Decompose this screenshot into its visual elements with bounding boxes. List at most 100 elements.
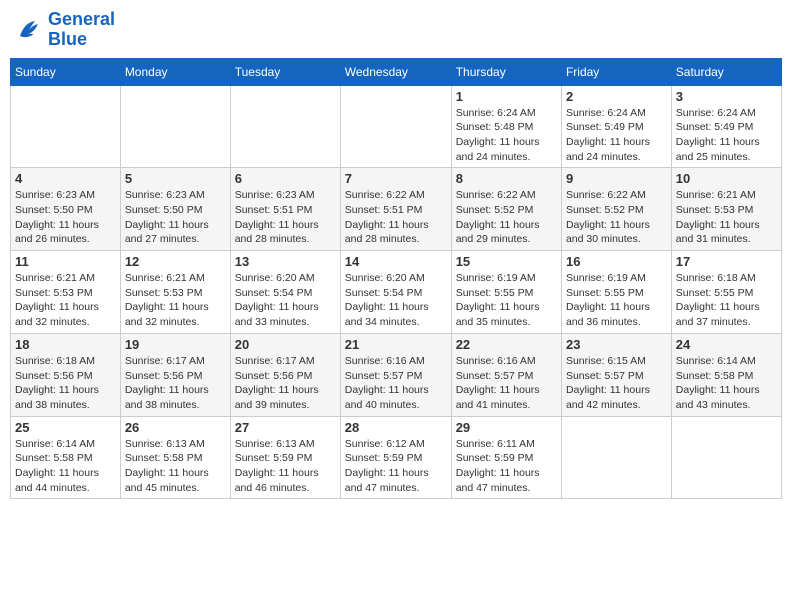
calendar-day-cell: 24 Sunrise: 6:14 AM Sunset: 5:58 PM Dayli…: [671, 333, 781, 416]
calendar-day-cell: 17 Sunrise: 6:18 AM Sunset: 5:55 PM Dayli…: [671, 251, 781, 334]
calendar-day-cell: 29 Sunrise: 6:11 AM Sunset: 5:59 PM Dayli…: [451, 416, 561, 499]
day-info: Sunrise: 6:21 AM Sunset: 5:53 PM Dayligh…: [676, 188, 777, 247]
calendar-day-cell: 22 Sunrise: 6:16 AM Sunset: 5:57 PM Dayli…: [451, 333, 561, 416]
day-number: 27: [235, 420, 336, 435]
calendar-day-cell: 18Sunrise: 6:18 AM Sunset: 5:56 PM Dayli…: [11, 333, 121, 416]
calendar-day-cell: 7 Sunrise: 6:22 AM Sunset: 5:51 PM Daylig…: [340, 168, 451, 251]
day-number: 6: [235, 171, 336, 186]
day-info: Sunrise: 6:22 AM Sunset: 5:51 PM Dayligh…: [345, 188, 447, 247]
calendar-day-cell: 8 Sunrise: 6:22 AM Sunset: 5:52 PM Daylig…: [451, 168, 561, 251]
day-info: Sunrise: 6:22 AM Sunset: 5:52 PM Dayligh…: [456, 188, 557, 247]
calendar-day-cell: 14 Sunrise: 6:20 AM Sunset: 5:54 PM Dayli…: [340, 251, 451, 334]
day-number: 26: [125, 420, 226, 435]
calendar-table: SundayMondayTuesdayWednesdayThursdayFrid…: [10, 58, 782, 500]
day-number: 24: [676, 337, 777, 352]
calendar-day-cell: [561, 416, 671, 499]
weekday-header-cell: Monday: [120, 58, 230, 85]
day-number: 5: [125, 171, 226, 186]
day-info: Sunrise: 6:11 AM Sunset: 5:59 PM Dayligh…: [456, 437, 557, 496]
calendar-day-cell: 28 Sunrise: 6:12 AM Sunset: 5:59 PM Dayli…: [340, 416, 451, 499]
day-number: 9: [566, 171, 667, 186]
logo-text: General Blue: [48, 10, 115, 50]
logo-icon: [14, 15, 44, 45]
day-info: Sunrise: 6:17 AM Sunset: 5:56 PM Dayligh…: [125, 354, 226, 413]
day-info: Sunrise: 6:24 AM Sunset: 5:48 PM Dayligh…: [456, 106, 557, 165]
calendar-day-cell: [11, 85, 121, 168]
day-number: 3: [676, 89, 777, 104]
calendar-day-cell: 5 Sunrise: 6:23 AM Sunset: 5:50 PM Daylig…: [120, 168, 230, 251]
day-info: Sunrise: 6:23 AM Sunset: 5:51 PM Dayligh…: [235, 188, 336, 247]
day-info: Sunrise: 6:17 AM Sunset: 5:56 PM Dayligh…: [235, 354, 336, 413]
day-number: 22: [456, 337, 557, 352]
day-number: 23: [566, 337, 667, 352]
calendar-day-cell: [230, 85, 340, 168]
calendar-day-cell: 23 Sunrise: 6:15 AM Sunset: 5:57 PM Dayli…: [561, 333, 671, 416]
day-info: Sunrise: 6:15 AM Sunset: 5:57 PM Dayligh…: [566, 354, 667, 413]
day-number: 15: [456, 254, 557, 269]
calendar-day-cell: 6 Sunrise: 6:23 AM Sunset: 5:51 PM Daylig…: [230, 168, 340, 251]
weekday-header-cell: Sunday: [11, 58, 121, 85]
day-number: 17: [676, 254, 777, 269]
day-info: Sunrise: 6:18 AM Sunset: 5:56 PM Dayligh…: [15, 354, 116, 413]
day-info: Sunrise: 6:16 AM Sunset: 5:57 PM Dayligh…: [456, 354, 557, 413]
calendar-day-cell: 11 Sunrise: 6:21 AM Sunset: 5:53 PM Dayli…: [11, 251, 121, 334]
calendar-day-cell: 12Sunrise: 6:21 AM Sunset: 5:53 PM Dayli…: [120, 251, 230, 334]
calendar-day-cell: 13 Sunrise: 6:20 AM Sunset: 5:54 PM Dayli…: [230, 251, 340, 334]
calendar-day-cell: 26 Sunrise: 6:13 AM Sunset: 5:58 PM Dayli…: [120, 416, 230, 499]
day-info: Sunrise: 6:23 AM Sunset: 5:50 PM Dayligh…: [125, 188, 226, 247]
day-number: 29: [456, 420, 557, 435]
day-number: 28: [345, 420, 447, 435]
day-info: Sunrise: 6:13 AM Sunset: 5:58 PM Dayligh…: [125, 437, 226, 496]
page-header: General Blue: [10, 10, 782, 50]
calendar-day-cell: 9Sunrise: 6:22 AM Sunset: 5:52 PM Daylig…: [561, 168, 671, 251]
calendar-week-row: 25Sunrise: 6:14 AM Sunset: 5:58 PM Dayli…: [11, 416, 782, 499]
day-info: Sunrise: 6:21 AM Sunset: 5:53 PM Dayligh…: [15, 271, 116, 330]
calendar-week-row: 11 Sunrise: 6:21 AM Sunset: 5:53 PM Dayli…: [11, 251, 782, 334]
day-info: Sunrise: 6:24 AM Sunset: 5:49 PM Dayligh…: [566, 106, 667, 165]
day-info: Sunrise: 6:24 AM Sunset: 5:49 PM Dayligh…: [676, 106, 777, 165]
day-number: 19: [125, 337, 226, 352]
calendar-day-cell: 15 Sunrise: 6:19 AM Sunset: 5:55 PM Dayli…: [451, 251, 561, 334]
calendar-day-cell: 20Sunrise: 6:17 AM Sunset: 5:56 PM Dayli…: [230, 333, 340, 416]
calendar-day-cell: 16Sunrise: 6:19 AM Sunset: 5:55 PM Dayli…: [561, 251, 671, 334]
day-info: Sunrise: 6:19 AM Sunset: 5:55 PM Dayligh…: [456, 271, 557, 330]
day-number: 16: [566, 254, 667, 269]
calendar-day-cell: 3 Sunrise: 6:24 AM Sunset: 5:49 PM Daylig…: [671, 85, 781, 168]
day-number: 13: [235, 254, 336, 269]
day-number: 1: [456, 89, 557, 104]
calendar-day-cell: 2Sunrise: 6:24 AM Sunset: 5:49 PM Daylig…: [561, 85, 671, 168]
day-number: 25: [15, 420, 116, 435]
calendar-day-cell: [671, 416, 781, 499]
day-info: Sunrise: 6:18 AM Sunset: 5:55 PM Dayligh…: [676, 271, 777, 330]
day-info: Sunrise: 6:20 AM Sunset: 5:54 PM Dayligh…: [345, 271, 447, 330]
calendar-week-row: 1 Sunrise: 6:24 AM Sunset: 5:48 PM Daylig…: [11, 85, 782, 168]
calendar-day-cell: [120, 85, 230, 168]
calendar-day-cell: 4 Sunrise: 6:23 AM Sunset: 5:50 PM Daylig…: [11, 168, 121, 251]
day-number: 10: [676, 171, 777, 186]
calendar-day-cell: 19 Sunrise: 6:17 AM Sunset: 5:56 PM Dayli…: [120, 333, 230, 416]
weekday-header-cell: Wednesday: [340, 58, 451, 85]
weekday-header-cell: Friday: [561, 58, 671, 85]
day-number: 7: [345, 171, 447, 186]
calendar-week-row: 4 Sunrise: 6:23 AM Sunset: 5:50 PM Daylig…: [11, 168, 782, 251]
day-info: Sunrise: 6:21 AM Sunset: 5:53 PM Dayligh…: [125, 271, 226, 330]
day-info: Sunrise: 6:14 AM Sunset: 5:58 PM Dayligh…: [676, 354, 777, 413]
weekday-header-row: SundayMondayTuesdayWednesdayThursdayFrid…: [11, 58, 782, 85]
day-number: 21: [345, 337, 447, 352]
weekday-header-cell: Saturday: [671, 58, 781, 85]
calendar-day-cell: [340, 85, 451, 168]
calendar-day-cell: 21 Sunrise: 6:16 AM Sunset: 5:57 PM Dayli…: [340, 333, 451, 416]
calendar-body: 1 Sunrise: 6:24 AM Sunset: 5:48 PM Daylig…: [11, 85, 782, 499]
calendar-week-row: 18Sunrise: 6:18 AM Sunset: 5:56 PM Dayli…: [11, 333, 782, 416]
day-info: Sunrise: 6:12 AM Sunset: 5:59 PM Dayligh…: [345, 437, 447, 496]
logo: General Blue: [14, 10, 115, 50]
day-number: 14: [345, 254, 447, 269]
day-number: 4: [15, 171, 116, 186]
day-number: 11: [15, 254, 116, 269]
day-info: Sunrise: 6:20 AM Sunset: 5:54 PM Dayligh…: [235, 271, 336, 330]
day-info: Sunrise: 6:23 AM Sunset: 5:50 PM Dayligh…: [15, 188, 116, 247]
day-number: 8: [456, 171, 557, 186]
day-info: Sunrise: 6:16 AM Sunset: 5:57 PM Dayligh…: [345, 354, 447, 413]
day-info: Sunrise: 6:13 AM Sunset: 5:59 PM Dayligh…: [235, 437, 336, 496]
weekday-header-cell: Tuesday: [230, 58, 340, 85]
